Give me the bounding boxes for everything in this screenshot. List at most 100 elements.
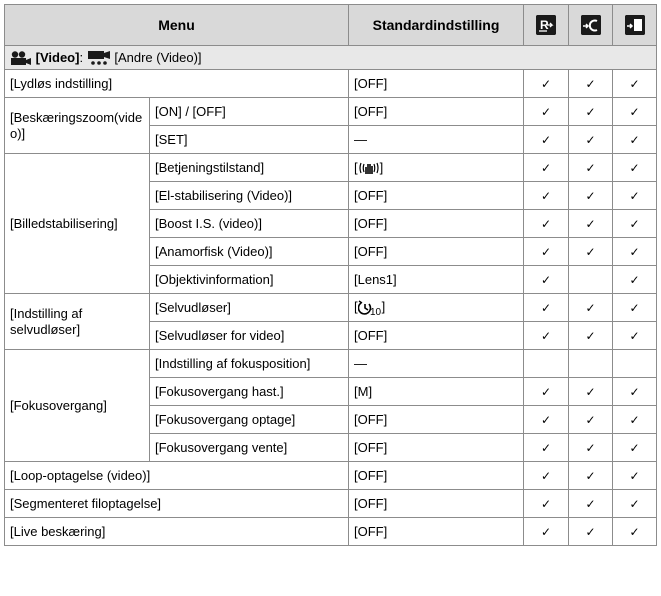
check-mark: ✓ (612, 377, 657, 406)
check-mark: ✓ (612, 461, 657, 490)
row-default: [OFF] (348, 489, 524, 518)
check-mark: ✓ (523, 125, 569, 154)
check-mark: ✓ (568, 293, 613, 322)
sub-name: [Fokusovergang hast.] (149, 377, 349, 406)
empty-cell (568, 349, 613, 378)
check-mark: ✓ (523, 433, 569, 462)
sub-name: [El-stabilisering (Video)] (149, 181, 349, 210)
check-mark: ✓ (523, 237, 569, 266)
header-row: Menu Standardindstilling R (4, 4, 657, 46)
check-mark: ✓ (568, 181, 613, 210)
row-default: [OFF] (348, 237, 524, 266)
row-default: [OFF] (348, 181, 524, 210)
row-default: [OFF] (348, 405, 524, 434)
check-mark: ✓ (568, 153, 613, 182)
other-video-icon (87, 51, 110, 65)
sub-name: [Fokusovergang vente] (149, 433, 349, 462)
row-name: [Segmenteret filoptagelse] (4, 489, 349, 518)
table-row: [Indstilling af selvudløser] [Selvudløse… (4, 293, 657, 350)
bracket-close: ] (381, 299, 386, 315)
copy-col-header (612, 4, 657, 46)
row-name: [Loop-optagelse (video)] (4, 461, 349, 490)
check-mark: ✓ (568, 209, 613, 238)
row-default: [OFF] (348, 321, 524, 350)
row-default: [OFF] (348, 69, 524, 98)
row-default: [OFF] (348, 517, 524, 546)
empty-cell (523, 349, 569, 378)
group-name: [Indstilling af selvudløser] (4, 293, 150, 350)
section-separator: : (79, 49, 84, 65)
check-mark: ✓ (612, 237, 657, 266)
video-camera-icon (11, 51, 31, 66)
check-mark: ✓ (523, 209, 569, 238)
check-mark: ✓ (568, 405, 613, 434)
table-row: [Billedstabilisering] [Betjeningstilstan… (4, 153, 657, 294)
check-mark: ✓ (612, 293, 657, 322)
row-default: [OFF] (348, 209, 524, 238)
group-name: [Beskæringszoom(video)] (4, 97, 150, 154)
row-name: [Lydløs indstilling] (4, 69, 349, 98)
row-name: [Live beskæring] (4, 517, 349, 546)
check-mark: ✓ (612, 69, 657, 98)
sub-name: [Fokusovergang optage] (149, 405, 349, 434)
check-mark: ✓ (612, 181, 657, 210)
check-mark: ✓ (523, 517, 569, 546)
check-mark: ✓ (523, 489, 569, 518)
check-mark: ✓ (523, 405, 569, 434)
check-mark: ✓ (523, 461, 569, 490)
check-mark: ✓ (568, 377, 613, 406)
settings-table: Menu Standardindstilling R [Video]: [And… (4, 4, 657, 546)
sub-name: [Objektivinformation] (149, 265, 349, 294)
row-default: [ ] (348, 153, 524, 182)
check-mark: ✓ (523, 97, 569, 126)
check-mark: ✓ (612, 153, 657, 182)
check-mark: ✓ (523, 377, 569, 406)
check-mark: ✓ (568, 69, 613, 98)
svg-text:10: 10 (370, 307, 382, 316)
sub-name: [ON] / [OFF] (149, 97, 349, 126)
sub-name: [SET] (149, 125, 349, 154)
check-mark: ✓ (612, 265, 657, 294)
row-default: [ 10 ] (348, 293, 524, 322)
check-mark: ✓ (523, 181, 569, 210)
section-row: [Video]: [Andre (Video)] (4, 45, 657, 70)
check-mark: ✓ (612, 321, 657, 350)
row-default: [M] (348, 377, 524, 406)
sub-name: [Anamorfisk (Video)] (149, 237, 349, 266)
row-default: [Lens1] (348, 265, 524, 294)
check-mark: ✓ (612, 489, 657, 518)
table-row: [Fokusovergang] [Indstilling af fokuspos… (4, 349, 657, 462)
empty-cell (568, 265, 613, 294)
self-timer-10-icon: 10 (357, 300, 382, 316)
sub-name: [Boost I.S. (video)] (149, 209, 349, 238)
bracket-close: ] (379, 159, 384, 175)
default-header: Standardindstilling (348, 4, 524, 46)
table-row: [Lydløs indstilling] [OFF] ✓ ✓ ✓ (4, 69, 657, 98)
section-video-label: [Video] (35, 49, 80, 65)
check-mark: ✓ (568, 97, 613, 126)
check-mark: ✓ (612, 125, 657, 154)
check-mark: ✓ (568, 461, 613, 490)
check-mark: ✓ (612, 405, 657, 434)
check-mark: ✓ (612, 209, 657, 238)
reset-col-header: R (523, 4, 569, 46)
stabilizer-hand-icon (359, 162, 379, 175)
table-row: [Beskæringszoom(video)] [ON] / [OFF] [OF… (4, 97, 657, 154)
section-sub-label: [Andre (Video)] (114, 49, 202, 65)
row-default: — (348, 349, 524, 378)
check-mark: ✓ (523, 153, 569, 182)
check-mark: ✓ (612, 433, 657, 462)
row-default: [OFF] (348, 97, 524, 126)
empty-cell (612, 349, 657, 378)
row-default: [OFF] (348, 433, 524, 462)
sub-name: [Selvudløser] (149, 293, 349, 322)
check-mark: ✓ (568, 517, 613, 546)
reset-icon: R (536, 15, 556, 35)
check-mark: ✓ (523, 69, 569, 98)
table-row: [Segmenteret filoptagelse] [OFF] ✓ ✓ ✓ (4, 489, 657, 518)
group-name: [Billedstabilisering] (4, 153, 150, 294)
row-default: — (348, 125, 524, 154)
check-mark: ✓ (568, 433, 613, 462)
sub-name: [Selvudløser for video] (149, 321, 349, 350)
check-mark: ✓ (568, 321, 613, 350)
